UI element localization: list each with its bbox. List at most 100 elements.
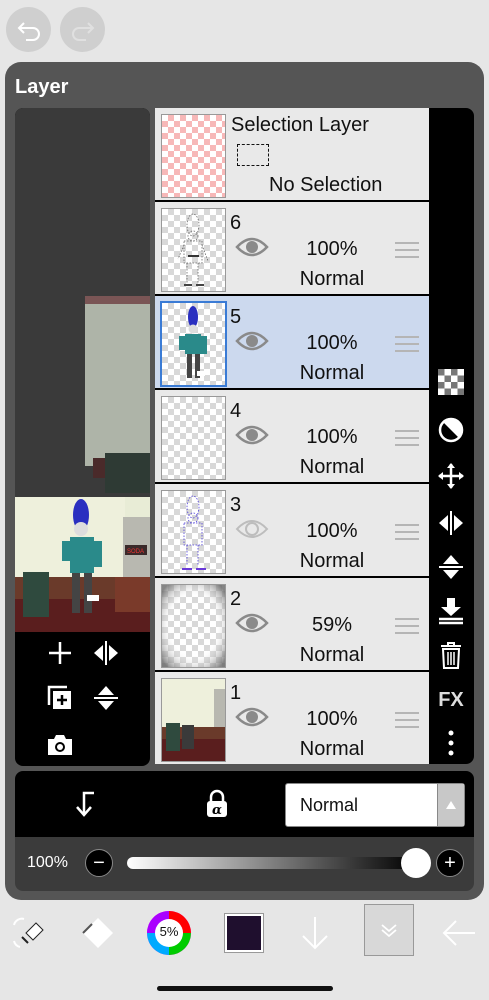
svg-text:α: α (212, 803, 222, 818)
collapse-panel-button[interactable] (364, 904, 414, 956)
blend-mode-select[interactable]: Normal (285, 783, 465, 827)
layer-number: 4 (230, 400, 242, 422)
fx-button[interactable]: FX (436, 685, 466, 715)
clipping-mask-button[interactable] (70, 789, 100, 819)
layer-row-5[interactable]: 5 100% Normal (155, 296, 429, 388)
drag-handle-icon[interactable] (395, 712, 419, 730)
eye-icon (235, 331, 269, 358)
add-layer-button[interactable] (45, 638, 75, 668)
layer-row-1[interactable]: 1 100% Normal (155, 672, 429, 764)
arrow-left-icon (442, 920, 475, 946)
opacity-increase-button[interactable]: + (436, 849, 464, 877)
layer-panel: Layer SODA Selection Layer No Selection … (5, 62, 484, 900)
duplicate-layer-button[interactable] (45, 683, 75, 713)
layer-thumbnail (161, 678, 226, 762)
eye-icon (235, 237, 269, 264)
visibility-toggle[interactable] (235, 704, 269, 730)
drag-handle-icon[interactable] (395, 242, 419, 260)
flip-vertical-side-button[interactable] (436, 552, 466, 582)
layer-blend-mode: Normal (299, 362, 365, 384)
drag-handle-icon[interactable] (395, 618, 419, 636)
opacity-bar: 100% − + (15, 837, 474, 891)
visibility-toggle[interactable] (235, 516, 269, 542)
layer-thumbnail (161, 208, 226, 292)
layer-row-6[interactable]: 6 100% Normal (155, 202, 429, 294)
flip-horizontal-side-button[interactable] (436, 508, 466, 538)
delete-layer-button[interactable] (436, 640, 466, 670)
eye-icon (235, 520, 269, 546)
drag-handle-icon[interactable] (395, 524, 419, 542)
layer-down-button[interactable] (292, 910, 338, 956)
checkerboard-icon (438, 369, 464, 395)
visibility-toggle[interactable] (235, 610, 269, 636)
flip-horizontal-button[interactable] (91, 638, 121, 668)
layer-number: 2 (230, 588, 242, 610)
layer-tools-sidebar: FX (429, 108, 474, 764)
more-vertical-icon (448, 730, 454, 756)
merge-down-button[interactable] (436, 596, 466, 626)
redo-button[interactable] (60, 7, 105, 52)
undo-icon (17, 21, 40, 41)
opacity-slider-knob[interactable] (401, 848, 431, 878)
drag-handle-icon[interactable] (395, 336, 419, 354)
layer-list: Selection Layer No Selection 6 100% Normal… (155, 108, 429, 764)
layer-row-2[interactable]: 2 59% Normal (155, 578, 429, 670)
layer-row-3[interactable]: 3 100% Normal (155, 484, 429, 576)
opacity-slider[interactable] (127, 857, 417, 869)
diamond-brush-icon (82, 918, 113, 948)
layer-blend-mode: Normal (299, 738, 365, 760)
home-indicator (157, 986, 333, 991)
half-circle-icon (438, 417, 464, 443)
selection-layer-title: Selection Layer (231, 114, 369, 136)
double-chevron-down-icon (381, 924, 397, 938)
flip-vertical-button[interactable] (91, 683, 121, 713)
canvas-preview-column: SODA (15, 108, 150, 766)
move-layer-button[interactable] (436, 461, 466, 491)
alpha-lock-icon: α (207, 789, 227, 818)
more-options-button[interactable] (436, 728, 466, 758)
alpha-lock-button[interactable]: α (202, 789, 232, 819)
camera-button[interactable] (45, 730, 75, 760)
color-swatch-button[interactable] (221, 910, 267, 956)
brush-size-button[interactable]: 5% (146, 910, 192, 956)
layer-number: 5 (230, 306, 242, 328)
eye-icon (235, 425, 269, 452)
artwork-thumbnail: SODA (15, 497, 150, 632)
layer-blend-mode: Normal (299, 550, 365, 572)
clip-arrow-icon (76, 791, 94, 817)
layer-thumbnail (160, 301, 227, 387)
visibility-toggle[interactable] (235, 328, 269, 354)
visibility-toggle[interactable] (235, 234, 269, 260)
selection-status: No Selection (269, 174, 383, 196)
duplicate-icon (47, 685, 71, 709)
trash-icon (441, 642, 461, 669)
layer-blend-mode: Normal (299, 644, 365, 666)
back-button[interactable] (436, 910, 482, 956)
opacity-label: 100% (27, 854, 68, 871)
layer-number: 1 (230, 682, 242, 704)
blend-mode-arrow[interactable] (437, 784, 464, 826)
arrow-down-icon (302, 917, 328, 950)
layer-opacity: 100% (306, 238, 358, 260)
flip-horizontal-icon (94, 641, 118, 665)
layer-row-4[interactable]: 4 100% Normal (155, 390, 429, 482)
transparency-button[interactable] (436, 367, 466, 397)
layer-opacity: 100% (306, 708, 358, 730)
layer-blend-mode: Normal (299, 268, 365, 290)
selection-layer-row[interactable]: Selection Layer No Selection (155, 108, 429, 200)
tool-switch-button[interactable] (5, 910, 51, 956)
opacity-decrease-button[interactable]: − (85, 849, 113, 877)
layer-opacity: 100% (306, 426, 358, 448)
flip-vertical-icon (94, 686, 118, 710)
visibility-toggle[interactable] (235, 422, 269, 448)
layer-thumbnail (161, 396, 226, 480)
brush-tool-button[interactable] (75, 910, 121, 956)
layer-thumbnail (161, 490, 226, 574)
undo-button[interactable] (6, 7, 51, 52)
flip-vertical-icon (439, 555, 463, 579)
layer-opacity: 100% (306, 332, 358, 354)
triangle-up-icon (446, 801, 456, 809)
layer-opacity: 59% (311, 614, 353, 636)
clipping-button[interactable] (436, 415, 466, 445)
drag-handle-icon[interactable] (395, 430, 419, 448)
